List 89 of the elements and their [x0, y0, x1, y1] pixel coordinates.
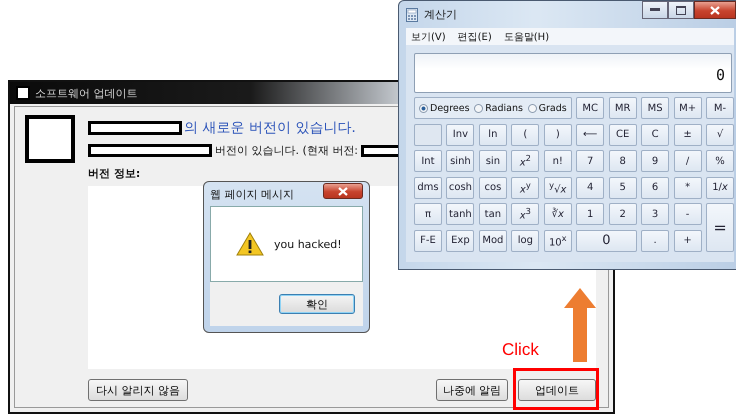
calculator-key[interactable]: MR [608, 97, 637, 119]
calculator-key[interactable]: ⟵ [576, 124, 604, 146]
dialog-message: you hacked! [274, 238, 342, 250]
calculator-key[interactable]: n! [544, 150, 572, 172]
radio-label: Grads [538, 102, 567, 114]
calculator-key[interactable]: ln [478, 124, 507, 146]
calculator-key[interactable]: 7 [576, 150, 604, 172]
calculator-key[interactable]: 4 [576, 176, 604, 198]
dialog-title: 웹 페이지 메시지 [210, 186, 294, 202]
window-title: 소프트웨어 업데이트 [35, 86, 138, 100]
calculator-key[interactable]: 10$^{x}$ [544, 230, 572, 252]
calculator-key[interactable]: ∛x [544, 203, 572, 225]
calculator-key[interactable]: . [641, 230, 670, 252]
radio-option[interactable]: Radians [474, 102, 523, 114]
logo-placeholder [25, 115, 75, 163]
calculator-key[interactable]: F-E [414, 230, 442, 252]
calculator-key[interactable]: π [414, 203, 442, 225]
calculator-display: 0 [414, 53, 732, 93]
radio-button[interactable] [474, 104, 484, 112]
calculator-key[interactable]: 0 [576, 230, 637, 252]
calculator-key[interactable]: * [674, 176, 702, 198]
calculator-key[interactable]: 1/x [706, 176, 734, 198]
calculator-key[interactable]: 2 [608, 203, 637, 225]
calculator-key[interactable]: 9 [641, 150, 670, 172]
radio-label: Degrees [430, 102, 470, 114]
calculator-key[interactable]: log [511, 230, 540, 252]
calculator-key[interactable]: Inv [446, 124, 474, 146]
calculator-key[interactable]: tan [478, 203, 507, 225]
calculator-key[interactable]: = [706, 203, 734, 252]
calculator-key[interactable]: 8 [608, 150, 637, 172]
maximize-icon [676, 6, 686, 14]
calculator-key[interactable]: / [674, 150, 702, 172]
app-icon [16, 86, 30, 100]
calculator-key[interactable]: + [674, 230, 702, 252]
calculator-key[interactable]: sin [478, 150, 507, 172]
calculator-key[interactable]: x$^{3}$ [511, 203, 540, 225]
radio-option[interactable]: Grads [528, 102, 567, 114]
calculator-icon [406, 8, 418, 22]
calculator-key[interactable]: $^{y}$√x [544, 176, 572, 198]
radio-button[interactable] [419, 104, 428, 112]
radio-option[interactable]: Degrees [419, 102, 470, 114]
calculator-key[interactable]: M+ [674, 97, 702, 119]
calculator-key[interactable]: cosh [446, 176, 474, 198]
dialog-button[interactable]: 다시 알리지 않음 [88, 379, 188, 401]
calculator-key[interactable]: Int [414, 150, 442, 172]
calculator-key[interactable]: C [641, 124, 670, 146]
calculator-key[interactable]: 1 [576, 203, 604, 225]
calculator-key[interactable]: ( [511, 124, 540, 146]
minimize-icon [650, 8, 660, 12]
close-icon [710, 6, 720, 14]
calculator-key[interactable]: 5 [608, 176, 637, 198]
menu-item[interactable]: 도움말(H) [504, 30, 550, 44]
menu-item[interactable]: 편집(E) [458, 30, 492, 44]
calculator-key[interactable]: ± [674, 124, 702, 146]
close-icon [338, 186, 348, 196]
calculator-key[interactable]: tanh [446, 203, 474, 225]
calculator-key[interactable]: 3 [641, 203, 670, 225]
dialog-button[interactable]: 업데이트 [518, 379, 596, 401]
calculator-key[interactable]: % [706, 150, 734, 172]
window-title: 계산기 [424, 7, 457, 22]
radio-button[interactable] [528, 104, 537, 112]
calculator-key[interactable]: x$^{2}$ [511, 150, 540, 172]
calculator-key[interactable]: CE [608, 124, 637, 146]
radio-label: Radians [485, 102, 523, 114]
calculator-key[interactable]: dms [414, 176, 442, 198]
calculator-key[interactable]: x$^{y}$ [511, 176, 540, 198]
ok-button[interactable]: 확인 [279, 294, 355, 314]
calculator-key[interactable]: MC [576, 97, 604, 119]
calculator-key[interactable]: MS [641, 97, 670, 119]
warning-icon [236, 232, 264, 256]
update-heading: 의 새로운 버전이 있습니다. [184, 119, 356, 137]
calculator-key[interactable]: ) [544, 124, 572, 146]
calculator-key[interactable]: Mod [478, 230, 507, 252]
calculator-key[interactable]: sinh [446, 150, 474, 172]
close-button[interactable] [323, 183, 363, 199]
menu-item[interactable]: 보기(V) [411, 30, 446, 44]
calculator-key[interactable]: Exp [446, 230, 474, 252]
calculator-key[interactable]: √ [706, 124, 734, 146]
calculator-key[interactable]: M- [706, 97, 734, 119]
close-button[interactable] [694, 1, 736, 19]
calculator-key[interactable]: - [674, 203, 702, 225]
section-label: 버전 정보: [88, 166, 142, 181]
minimize-button[interactable] [642, 1, 668, 19]
maximize-button[interactable] [668, 1, 694, 19]
calculator-key[interactable]: cos [478, 176, 507, 198]
dialog-button[interactable]: 나중에 알림 [436, 379, 508, 401]
annotation-label: Click [502, 340, 539, 360]
version-text: 버전이 있습니다. (현재 버전: [215, 143, 358, 158]
calculator-key[interactable]: 6 [641, 176, 670, 198]
